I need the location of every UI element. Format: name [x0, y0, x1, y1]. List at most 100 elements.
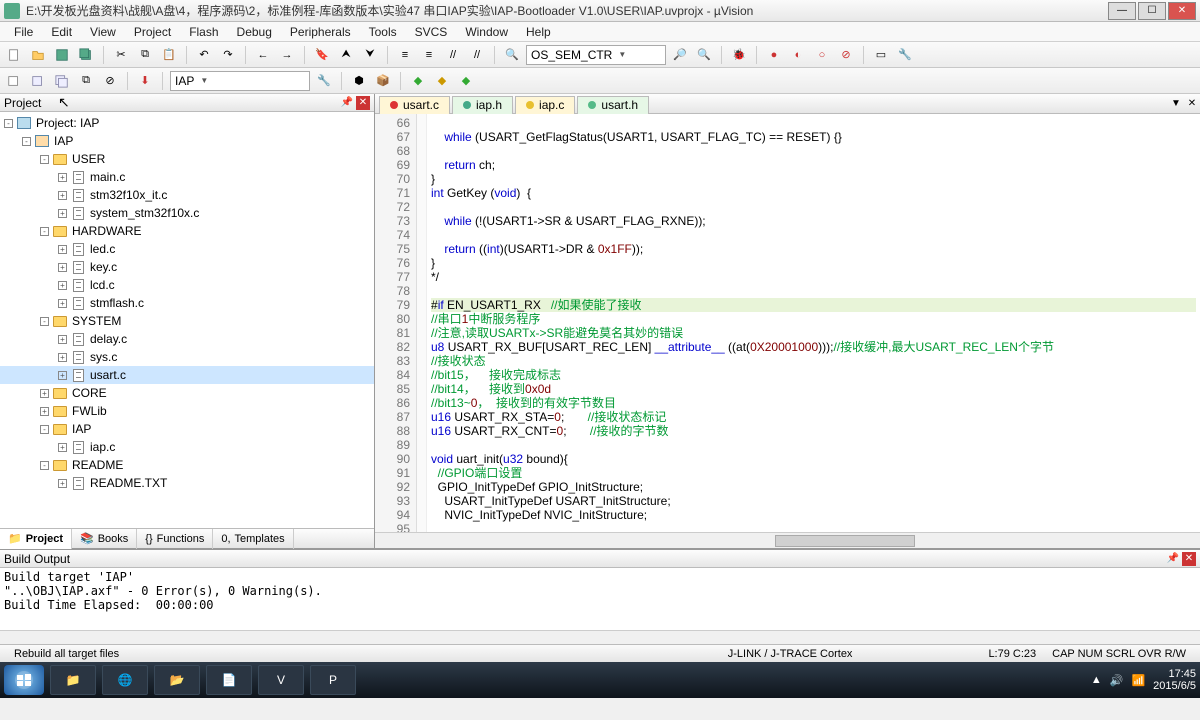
rebuild-icon[interactable] — [52, 71, 72, 91]
batch-build-icon[interactable]: ⧉ — [76, 71, 96, 91]
window-icon[interactable]: ▭ — [871, 45, 891, 65]
build-scrollbar[interactable] — [0, 630, 1200, 644]
menu-view[interactable]: View — [82, 23, 124, 41]
paste-icon[interactable]: 📋 — [159, 45, 179, 65]
maximize-button[interactable]: ☐ — [1138, 2, 1166, 20]
tree-node[interactable]: -IAP — [0, 420, 374, 438]
pin-icon[interactable]: 📌 — [340, 96, 354, 110]
uncomment-icon[interactable]: // — [467, 45, 487, 65]
taskbar-clock[interactable]: 17:452015/6/5 — [1153, 668, 1196, 692]
menu-debug[interactable]: Debug — [229, 23, 280, 41]
tree-node[interactable]: -IAP — [0, 132, 374, 150]
tree-node[interactable]: +usart.c — [0, 366, 374, 384]
build-icon[interactable] — [28, 71, 48, 91]
undo-icon[interactable]: ↶ — [194, 45, 214, 65]
project-tree[interactable]: -Project: IAP-IAP-USER+main.c+stm32f10x_… — [0, 112, 374, 528]
pack-installer-icon[interactable]: ◆ — [408, 71, 428, 91]
tree-node[interactable]: +FWLib — [0, 402, 374, 420]
tree-node[interactable]: +main.c — [0, 168, 374, 186]
cut-icon[interactable]: ✂ — [111, 45, 131, 65]
horizontal-scrollbar[interactable] — [375, 532, 1200, 548]
menu-edit[interactable]: Edit — [43, 23, 80, 41]
tree-node[interactable]: +iap.c — [0, 438, 374, 456]
tab-books[interactable]: 📚 Books — [72, 529, 137, 549]
scrollbar-thumb[interactable] — [775, 535, 915, 547]
pack-icon3[interactable]: ◆ — [456, 71, 476, 91]
tree-node[interactable]: +CORE — [0, 384, 374, 402]
debug-icon[interactable]: 🐞 — [729, 45, 749, 65]
menu-tools[interactable]: Tools — [361, 23, 405, 41]
comment-icon[interactable]: // — [443, 45, 463, 65]
save-all-icon[interactable] — [76, 45, 96, 65]
tree-node[interactable]: -USER — [0, 150, 374, 168]
code-lines[interactable]: while (USART_GetFlagStatus(USART1, USART… — [427, 114, 1200, 532]
close-pane-icon[interactable]: ✕ — [1182, 552, 1196, 566]
find-icon[interactable]: 🔍 — [502, 45, 522, 65]
save-icon[interactable] — [52, 45, 72, 65]
bookmark-next-icon[interactable]: ⮟ — [360, 45, 380, 65]
menu-project[interactable]: Project — [126, 23, 179, 41]
select-packs-icon[interactable]: 📦 — [373, 71, 393, 91]
tree-node[interactable]: +stm32f10x_it.c — [0, 186, 374, 204]
build-output-text[interactable]: Build target 'IAP' "..\OBJ\IAP.axf" - 0 … — [0, 568, 1200, 630]
close-pane-icon[interactable]: ✕ — [356, 96, 370, 110]
tree-node[interactable]: -Project: IAP — [0, 114, 374, 132]
fold-column[interactable] — [417, 114, 427, 532]
tree-node[interactable]: +lcd.c — [0, 276, 374, 294]
tab-templates[interactable]: 0, Templates — [213, 529, 293, 549]
find-combo[interactable]: OS_SEM_CTR▼ — [526, 45, 666, 65]
tab-usart-c[interactable]: usart.c — [379, 96, 450, 114]
tab-usart-h[interactable]: usart.h — [577, 96, 649, 114]
target-combo[interactable]: IAP▼ — [170, 71, 310, 91]
bookmark-prev-icon[interactable]: ⮝ — [336, 45, 356, 65]
outdent-icon[interactable]: ≡ — [419, 45, 439, 65]
taskbar-app-explorer[interactable]: 📁 — [50, 665, 96, 695]
pack-icon2[interactable]: ◆ — [432, 71, 452, 91]
stop-build-icon[interactable]: ⊘ — [100, 71, 120, 91]
manage-rte-icon[interactable]: ⬢ — [349, 71, 369, 91]
incremental-find-icon[interactable]: 🔍 — [694, 45, 714, 65]
system-tray[interactable]: ▲ 🔊 📶 17:452015/6/5 — [1091, 668, 1196, 692]
breakpoint-enable-icon[interactable]: ◐ — [788, 45, 808, 65]
tree-node[interactable]: -README — [0, 456, 374, 474]
tab-dropdown-icon[interactable]: ▼ — [1168, 98, 1184, 109]
tab-iap-c[interactable]: iap.c — [515, 96, 575, 114]
tree-node[interactable]: +system_stm32f10x.c — [0, 204, 374, 222]
config-icon[interactable]: 🔧 — [895, 45, 915, 65]
tab-iap-h[interactable]: iap.h — [452, 96, 513, 114]
taskbar-app-pdf[interactable]: 📄 — [206, 665, 252, 695]
tree-node[interactable]: +key.c — [0, 258, 374, 276]
redo-icon[interactable]: ↷ — [218, 45, 238, 65]
download-icon[interactable]: ⬇ — [135, 71, 155, 91]
tray-volume-icon[interactable]: 📶 — [1131, 674, 1145, 687]
tab-functions[interactable]: {} Functions — [137, 529, 213, 549]
tray-network-icon[interactable]: 🔊 — [1110, 674, 1124, 687]
menu-help[interactable]: Help — [518, 23, 559, 41]
tree-node[interactable]: +sys.c — [0, 348, 374, 366]
code-editor[interactable]: 6667686970717273747576777879808182838485… — [375, 114, 1200, 532]
menu-flash[interactable]: Flash — [181, 23, 226, 41]
tree-node[interactable]: +delay.c — [0, 330, 374, 348]
taskbar-app-folder[interactable]: 📂 — [154, 665, 200, 695]
new-file-icon[interactable] — [4, 45, 24, 65]
minimize-button[interactable]: — — [1108, 2, 1136, 20]
breakpoint-kill-icon[interactable]: ⊘ — [836, 45, 856, 65]
menu-peripherals[interactable]: Peripherals — [282, 23, 359, 41]
menu-svcs[interactable]: SVCS — [407, 23, 456, 41]
taskbar-app-ppt[interactable]: P — [310, 665, 356, 695]
pin-icon[interactable]: 📌 — [1166, 552, 1180, 566]
tab-close-icon[interactable]: ✕ — [1184, 98, 1200, 109]
taskbar-app-chrome[interactable]: 🌐 — [102, 665, 148, 695]
close-button[interactable]: ✕ — [1168, 2, 1196, 20]
breakpoint-insert-icon[interactable]: ● — [764, 45, 784, 65]
menu-window[interactable]: Window — [457, 23, 516, 41]
tree-node[interactable]: +README.TXT — [0, 474, 374, 492]
bookmark-icon[interactable]: 🔖 — [312, 45, 332, 65]
indent-icon[interactable]: ≡ — [395, 45, 415, 65]
tree-node[interactable]: -HARDWARE — [0, 222, 374, 240]
open-file-icon[interactable] — [28, 45, 48, 65]
taskbar-app-keil[interactable]: V — [258, 665, 304, 695]
target-options-icon[interactable]: 🔧 — [314, 71, 334, 91]
tree-node[interactable]: +led.c — [0, 240, 374, 258]
translate-icon[interactable] — [4, 71, 24, 91]
